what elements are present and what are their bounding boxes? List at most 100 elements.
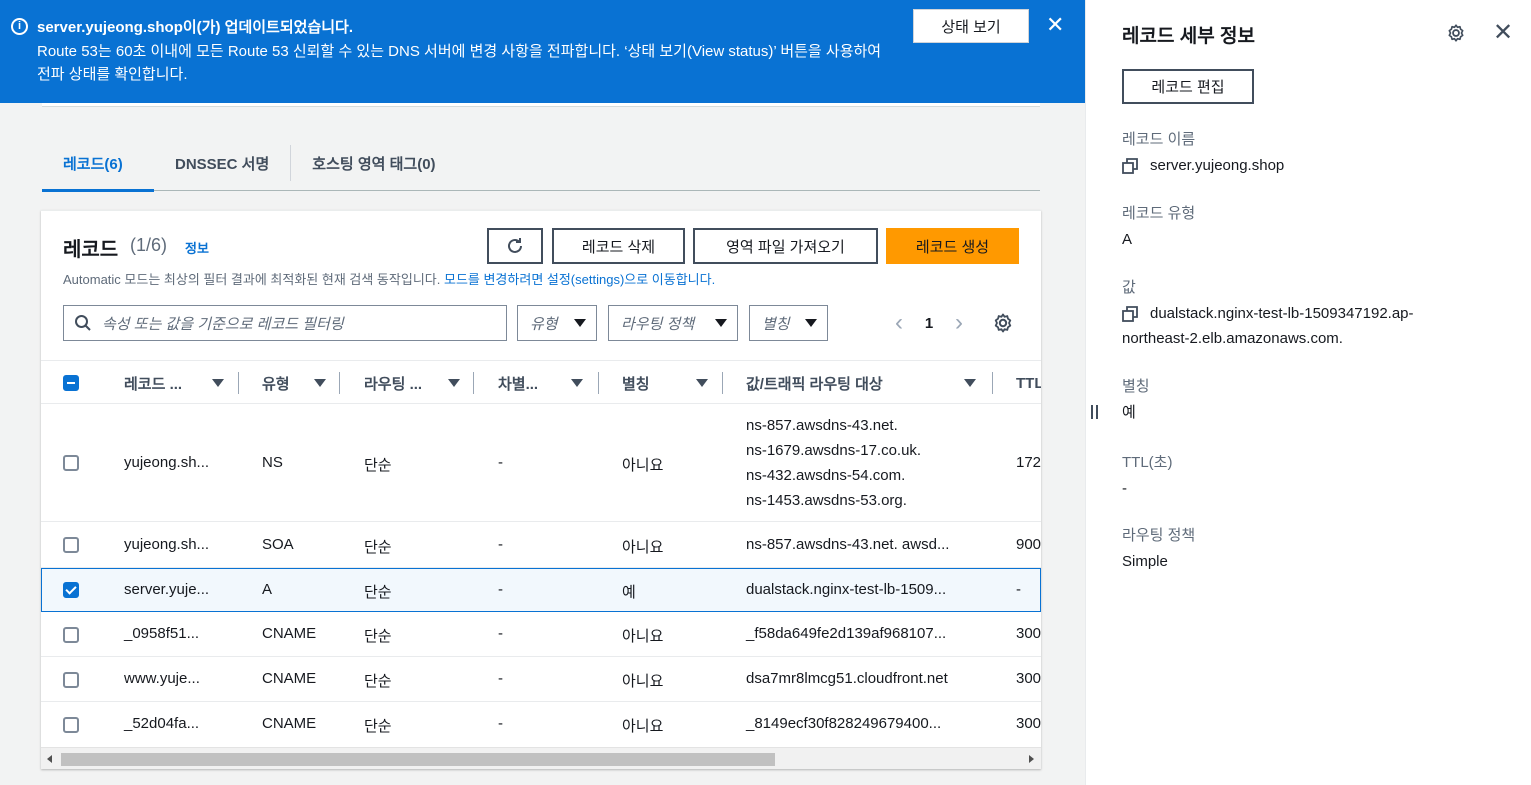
column-divider[interactable] xyxy=(473,372,474,394)
row-checkbox[interactable] xyxy=(63,672,79,688)
select-all-checkbox[interactable] xyxy=(63,375,79,391)
edit-record-button[interactable]: 레코드 편집 xyxy=(1122,69,1254,104)
column-label: 차별... xyxy=(498,375,539,393)
cell-ttl: - xyxy=(1016,581,1021,598)
cell-type: CNAME xyxy=(262,670,317,687)
caret-down-icon xyxy=(805,319,817,327)
routing-policy-dropdown[interactable]: 라우팅 정책 xyxy=(608,305,738,341)
cell-differentiator: - xyxy=(498,625,503,642)
column-label: 별칭 xyxy=(622,375,650,393)
sort-icon[interactable] xyxy=(448,379,460,387)
table-row[interactable]: yujeong.sh... SOA 단순 - 아니요 ns-857.awsdns… xyxy=(41,522,1041,568)
cell-alias: 아니요 xyxy=(622,718,664,735)
info-icon: i xyxy=(11,18,28,35)
cell-record-name[interactable]: _52d04fa... xyxy=(124,715,199,732)
sort-icon[interactable] xyxy=(964,379,976,387)
cell-record-name[interactable]: yujeong.sh... xyxy=(124,536,209,553)
cell-record-name[interactable]: www.yuje... xyxy=(124,670,200,687)
info-link[interactable]: 정보 xyxy=(185,238,209,257)
tab-dnssec[interactable]: DNSSEC 서명 xyxy=(154,135,290,191)
column-divider[interactable] xyxy=(238,372,239,394)
column-header-differentiator[interactable]: 차별... xyxy=(498,361,583,405)
cell-value: dsa7mr8lmcg51.cloudfront.net xyxy=(746,670,948,687)
scrollbar-thumb[interactable] xyxy=(61,753,775,766)
column-header-alias[interactable]: 별칭 xyxy=(622,361,708,405)
row-checkbox[interactable] xyxy=(63,455,79,471)
page-number[interactable]: 1 xyxy=(911,315,947,332)
cell-differentiator: - xyxy=(498,536,503,553)
cell-record-name[interactable]: _0958f51... xyxy=(124,625,199,642)
table-row[interactable]: yujeong.sh... NS 단순 - 아니요 ns-857.awsdns-… xyxy=(41,404,1041,522)
sort-icon[interactable] xyxy=(314,379,326,387)
value-line: ns-1679.awsdns-17.co.uk. xyxy=(746,442,922,459)
column-divider[interactable] xyxy=(598,372,599,394)
record-name-label: 레코드 이름 xyxy=(1122,131,1196,148)
table-row[interactable]: www.yuje... CNAME 단순 - 아니요 dsa7mr8lmcg51… xyxy=(41,657,1041,702)
sort-icon[interactable] xyxy=(696,379,708,387)
tab-bar: 레코드(6) DNSSEC 서명 호스팅 영역 태그(0) xyxy=(42,135,1040,192)
cell-record-name[interactable]: server.yuje... xyxy=(124,581,209,598)
close-icon[interactable]: ✕ xyxy=(1046,13,1064,37)
resize-handle-icon[interactable] xyxy=(1091,405,1103,421)
alias-value: 예 xyxy=(1122,404,1136,421)
caret-down-icon xyxy=(574,319,586,327)
copy-icon[interactable] xyxy=(1122,158,1138,174)
sort-icon[interactable] xyxy=(571,379,583,387)
records-title: 레코드 xyxy=(63,239,119,261)
chevron-left-icon[interactable]: ‹ xyxy=(887,309,911,337)
horizontal-scrollbar[interactable] xyxy=(41,747,1041,769)
cell-alias: 아니요 xyxy=(622,628,664,645)
scroll-right-icon[interactable] xyxy=(1029,755,1034,763)
delete-record-button[interactable]: 레코드 삭제 xyxy=(552,228,685,264)
value-label: 값 xyxy=(1122,279,1136,296)
record-name-value: server.yujeong.shop xyxy=(1122,153,1284,178)
column-divider[interactable] xyxy=(992,372,993,394)
view-status-button[interactable]: 상태 보기 xyxy=(913,9,1029,43)
type-dropdown[interactable]: 유형 xyxy=(517,305,597,341)
ttl-value: - xyxy=(1122,480,1127,497)
column-header-record-name[interactable]: 레코드 ... xyxy=(124,361,224,405)
close-icon[interactable]: ✕ xyxy=(1493,20,1513,46)
row-checkbox[interactable] xyxy=(63,582,79,598)
gear-icon[interactable] xyxy=(1445,22,1467,44)
column-header-ttl[interactable]: TTL xyxy=(1016,361,1041,405)
cell-routing: 단순 xyxy=(364,584,392,601)
column-divider[interactable] xyxy=(722,372,723,394)
records-description: Automatic 모드는 최상의 필터 결과에 최적화된 현재 검색 동작입니… xyxy=(63,269,715,288)
table-row-selected[interactable]: server.yuje... A 단순 - 예 dualstack.nginx-… xyxy=(41,568,1041,612)
filter-input[interactable]: 속성 또는 값을 기준으로 레코드 필터링 xyxy=(63,305,507,341)
tab-records[interactable]: 레코드(6) xyxy=(42,135,154,192)
gear-icon[interactable] xyxy=(991,311,1015,335)
table-row[interactable]: _52d04fa... CNAME 단순 - 아니요 _8149ecf30f82… xyxy=(41,702,1041,747)
import-zone-file-button[interactable]: 영역 파일 가져오기 xyxy=(693,228,878,264)
alias-dropdown[interactable]: 별칭 xyxy=(749,305,828,341)
row-checkbox[interactable] xyxy=(63,717,79,733)
copy-icon[interactable] xyxy=(1122,306,1138,322)
create-record-button[interactable]: 레코드 생성 xyxy=(886,228,1019,264)
table-row[interactable]: _0958f51... CNAME 단순 - 아니요 _f58da649fe2d… xyxy=(41,612,1041,657)
column-header-value[interactable]: 값/트래픽 라우팅 대상 xyxy=(746,361,976,405)
sort-icon[interactable] xyxy=(212,379,224,387)
records-count: (1/6) xyxy=(130,235,168,255)
column-header-routing[interactable]: 라우팅 ... xyxy=(364,361,460,405)
column-divider[interactable] xyxy=(339,372,340,394)
cell-record-name[interactable]: yujeong.sh... xyxy=(124,454,209,471)
cell-differentiator: - xyxy=(498,670,503,687)
cell-ttl: 300 xyxy=(1016,670,1041,687)
chevron-right-icon[interactable]: › xyxy=(947,309,971,337)
cell-alias: 예 xyxy=(622,584,636,601)
record-name-text: server.yujeong.shop xyxy=(1150,157,1285,174)
tab-hosted-zone-tags[interactable]: 호스팅 영역 태그(0) xyxy=(291,135,456,191)
column-header-type[interactable]: 유형 xyxy=(262,361,326,405)
cell-value: ns-857.awsdns-43.net. ns-1679.awsdns-17.… xyxy=(746,413,921,513)
cell-type: A xyxy=(262,581,273,598)
value-line: ns-1453.awsdns-53.org. xyxy=(746,492,907,509)
alias-dropdown-label: 별칭 xyxy=(762,315,790,333)
settings-link[interactable]: 모드를 변경하려면 설정(settings)으로 이동합니다. xyxy=(444,272,715,287)
refresh-button[interactable] xyxy=(487,228,543,264)
row-checkbox[interactable] xyxy=(63,627,79,643)
row-checkbox[interactable] xyxy=(63,537,79,553)
flash-message: Route 53는 60초 이내에 모든 Route 53 신뢰할 수 있는 D… xyxy=(37,43,882,83)
record-type-label: 레코드 유형 xyxy=(1122,205,1196,222)
scroll-left-icon[interactable] xyxy=(47,755,52,763)
